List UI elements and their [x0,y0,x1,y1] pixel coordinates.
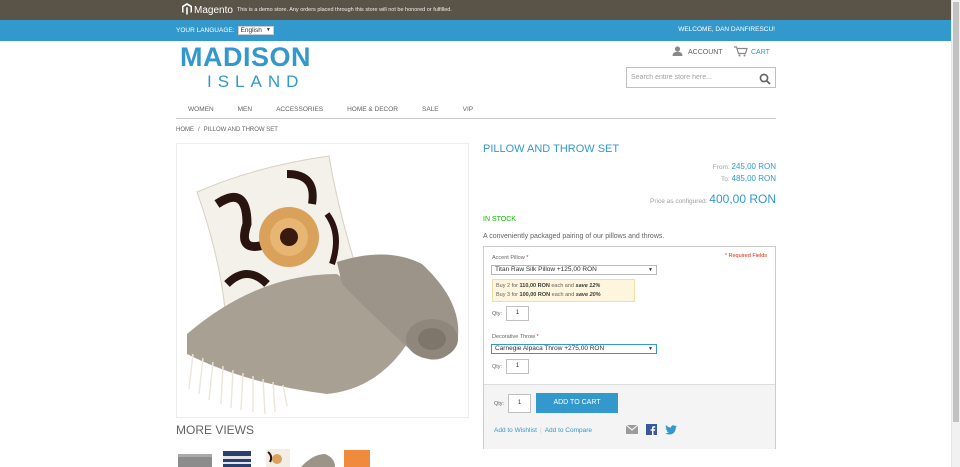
tier-price-line-2: Buy 3 for 100,00 RON each and save 20% [496,292,601,298]
price-to: To: 485,00 RON [721,174,776,183]
thumbnail[interactable] [340,448,378,467]
thumbnail[interactable] [217,448,255,467]
required-star: * [536,334,539,340]
nav-item-vip[interactable]: VIP [451,104,485,118]
chevron-down-icon: ▼ [265,27,271,33]
twitter-icon[interactable] [665,424,677,435]
nav-item-accessories[interactable]: Accessories [264,104,335,118]
nav-item-women[interactable]: Women [176,104,226,118]
store-logo[interactable]: MADISON ISLAND [180,43,311,93]
cart-link[interactable]: Cart [734,46,770,59]
logo-line-2: ISLAND [207,72,305,91]
scrollbar-thumb[interactable] [953,2,959,422]
price-from-label: From: [712,164,730,171]
product-main-image[interactable] [176,143,469,418]
account-link[interactable]: Account [672,46,723,58]
cart-qty-input[interactable]: 1 [508,394,532,413]
decorative-throw-label-text: Decorative Throw [492,334,535,340]
main-navigation: Women Men Accessories Home & Decor Sale … [176,104,776,119]
add-to-wishlist-link[interactable]: Add to Wishlist [494,427,537,434]
decorative-throw-qty: Qty: 1 [492,359,530,374]
thumbnail[interactable] [176,448,214,467]
price-as-configured: Price as configured: 400,00 RON [650,192,776,206]
thumbnail[interactable] [258,448,296,467]
cart-icon [734,46,751,59]
required-fields-note: * Required Fields [724,253,767,259]
social-share [626,424,685,435]
link-separator: | [540,427,542,434]
magento-logo: Magento [182,3,237,17]
more-views-thumbnails [176,448,381,467]
price-to-value: 485,00 RON [731,174,776,183]
nav-item-sale[interactable]: Sale [410,104,451,118]
price-configured-value: 400,00 RON [709,192,776,206]
cart-label: Cart [751,49,770,56]
account-icon [672,46,688,58]
stock-status: In stock [483,216,516,223]
more-views-heading: More Views [176,423,255,437]
breadcrumb-current: Pillow and Throw Set [203,127,278,133]
price-from: From: 245,00 RON [713,162,776,171]
accent-pillow-select[interactable]: Titan Raw Silk Pillow +125,00 RON ▼ [491,265,657,275]
search-input[interactable] [631,74,756,81]
welcome-message: Welcome, Dan Danfirescu! [678,26,775,33]
price-to-label: To: [721,176,730,183]
cart-qty: Qty: 1 [494,394,532,413]
demo-notice-bar: Magento This is a demo store. Any orders… [0,0,951,20]
decorative-throw-selected: Carnegie Alpaca Throw +275,00 RON [495,345,605,352]
qty-label: Qty: [492,310,503,317]
chevron-down-icon: ▼ [648,267,653,273]
header-strip: Your Language: English ▼ Welcome, Dan Da… [0,20,951,41]
breadcrumb-separator: / [198,127,200,133]
demo-notice-text: This is a demo store. Any orders placed … [236,7,452,13]
email-icon[interactable] [626,425,638,434]
magento-brand-text: Magento [194,4,233,16]
nav-item-men[interactable]: Men [226,104,264,118]
breadcrumb-home[interactable]: Home [176,127,194,133]
accent-pillow-label: Accent Pillow * [492,255,528,261]
language-value: English [240,27,262,34]
cart-qty-label: Qty: [494,400,505,407]
tier-price-notice: Buy 2 for 110,00 RON each and save 12% B… [492,279,635,302]
breadcrumb: Home / Pillow and Throw Set [176,127,278,133]
price-configured-label: Price as configured: [650,198,708,205]
language-switcher: Your Language: English ▼ [176,26,274,35]
product-action-links: Add to Wishlist | Add to Compare [494,427,592,434]
decorative-throw-select[interactable]: Carnegie Alpaca Throw +275,00 RON ▼ [491,344,657,354]
decorative-throw-label: Decorative Throw * [492,334,539,340]
add-to-cart-button[interactable]: Add to Cart [536,393,618,413]
tier-price-line-1: Buy 2 for 110,00 RON each and save 12% [496,283,601,289]
thumbnail[interactable] [299,448,337,467]
language-select[interactable]: English ▼ [237,26,274,35]
accent-pillow-qty-input[interactable]: 1 [506,306,530,321]
magento-logo-icon [182,3,194,17]
search-box [626,67,776,88]
language-label: Your Language: [176,27,235,34]
facebook-icon[interactable] [646,424,657,435]
accent-pillow-label-text: Accent Pillow [492,255,525,261]
add-to-cart-area: Qty: 1 Add to Cart Add to Wishlist | Add… [484,384,775,449]
account-label: Account [688,48,723,56]
product-options-box: * Required Fields Accent Pillow * Titan … [483,246,776,449]
nav-item-home-decor[interactable]: Home & Decor [335,104,410,118]
page-scrollbar[interactable] [951,0,960,467]
accent-pillow-selected: Titan Raw Silk Pillow +125,00 RON [495,266,597,273]
logo-line-1: MADISON [180,42,311,72]
search-icon[interactable] [759,72,771,90]
qty-label: Qty: [492,363,503,370]
decorative-throw-qty-input[interactable]: 1 [506,359,530,374]
required-star: * [526,255,529,261]
price-from-value: 245,00 RON [731,162,776,171]
chevron-down-icon: ▼ [648,346,653,352]
accent-pillow-qty: Qty: 1 [492,306,530,321]
product-name: Pillow and Throw Set [483,143,620,155]
add-to-compare-link[interactable]: Add to Compare [545,427,592,434]
product-description: A conveniently packaged pairing of our p… [483,233,665,240]
